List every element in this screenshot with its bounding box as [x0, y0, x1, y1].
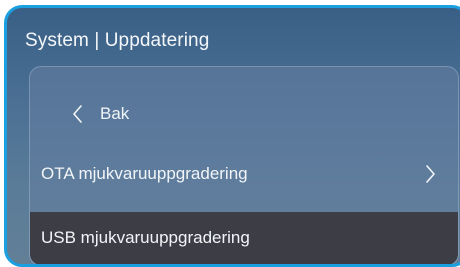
chevron-right-icon [425, 165, 436, 183]
device-screen: System | Uppdatering Bak OTA mjukvaruupp… [4, 5, 460, 267]
back-button[interactable]: Bak [30, 91, 458, 137]
menu-item-usb-upgrade[interactable]: USB mjukvaruuppgradering [30, 212, 458, 264]
menu-item-label: OTA mjukvaruuppgradering [41, 164, 248, 183]
menu-item-label: USB mjukvaruuppgradering [41, 228, 250, 247]
page-title: System | Uppdatering [25, 30, 210, 51]
back-label: Bak [100, 104, 130, 123]
chevron-left-icon [72, 105, 83, 123]
menu-item-ota-upgrade[interactable]: OTA mjukvaruuppgradering [30, 151, 458, 197]
settings-panel: Bak OTA mjukvaruuppgradering USB mjukvar… [29, 66, 459, 264]
